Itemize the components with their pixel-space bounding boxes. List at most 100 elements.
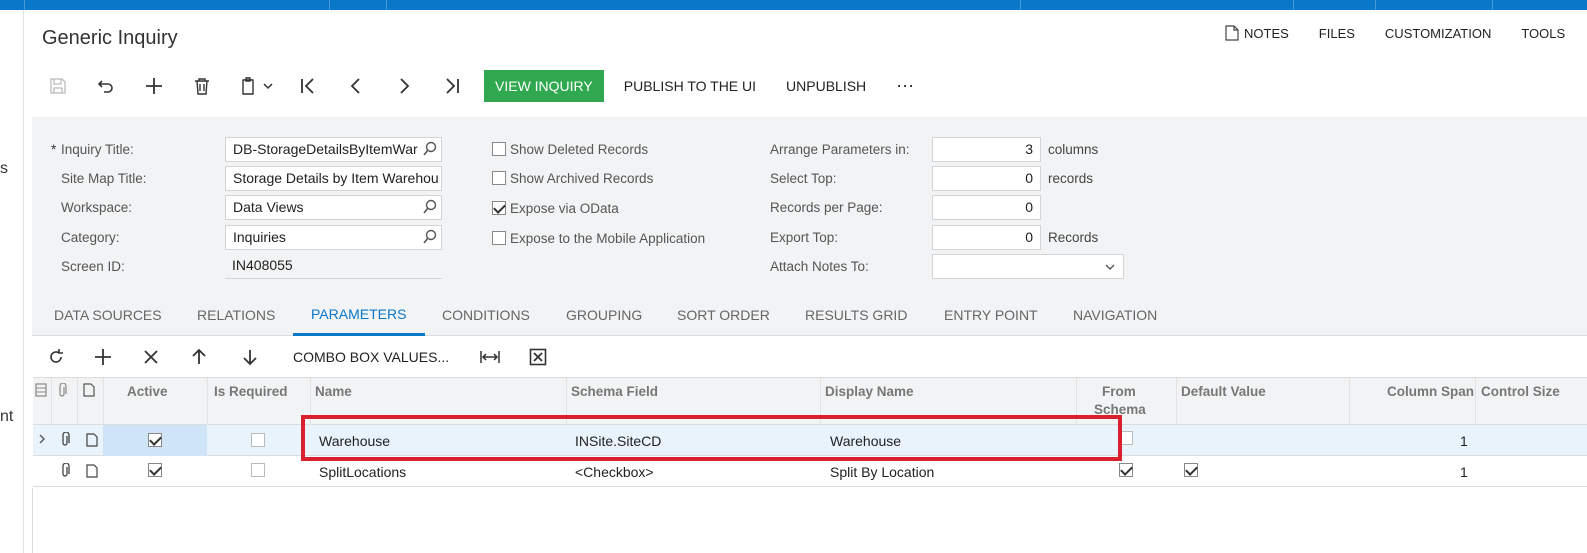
active-checkbox[interactable] xyxy=(148,433,162,447)
fit-columns-icon[interactable] xyxy=(480,347,500,367)
select-top-unit: records xyxy=(1048,171,1094,186)
col-default-value[interactable]: Default Value xyxy=(1181,384,1266,399)
is-required-checkbox[interactable] xyxy=(251,463,265,477)
records-per-page-field[interactable]: 0 xyxy=(932,195,1041,220)
attach-notes-dropdown[interactable] xyxy=(932,254,1124,279)
category-label: Category: xyxy=(61,230,120,245)
col-schema-field[interactable]: Schema Field xyxy=(571,384,658,399)
col-control-size[interactable]: Control Size xyxy=(1481,384,1560,399)
move-down-icon[interactable] xyxy=(240,347,260,367)
schema-field-cell[interactable]: <Checkbox> xyxy=(575,464,654,480)
top-nav-bar xyxy=(0,0,1587,10)
page-title: Generic Inquiry xyxy=(42,27,178,49)
column-span-cell[interactable]: 1 xyxy=(1460,433,1468,449)
expose-odata-checkbox[interactable] xyxy=(492,201,506,215)
combo-box-values-button[interactable]: COMBO BOX VALUES... xyxy=(293,349,449,365)
clipboard-icon[interactable] xyxy=(234,70,278,102)
add-row-icon[interactable] xyxy=(93,347,113,367)
more-menu-button[interactable]: ··· xyxy=(896,75,914,96)
select-top-field[interactable]: 0 xyxy=(932,166,1041,191)
site-map-title-label: Site Map Title: xyxy=(61,171,147,186)
chevron-down-icon xyxy=(1105,264,1115,270)
nav-fragment[interactable]: s xyxy=(0,160,8,178)
top-links: NOTES FILES CUSTOMIZATION TOOLS xyxy=(1225,25,1587,41)
first-record-icon[interactable] xyxy=(292,70,324,102)
delete-row-icon[interactable] xyxy=(141,347,161,367)
inquiry-title-field[interactable]: DB-StorageDetailsByItemWar xyxy=(225,137,442,162)
note-icon[interactable] xyxy=(86,464,98,478)
main-toolbar: VIEW INQUIRY PUBLISH TO THE UI UNPUBLISH… xyxy=(42,70,944,102)
col-display-name[interactable]: Display Name xyxy=(825,384,914,399)
workspace-field[interactable]: Data Views xyxy=(225,195,442,220)
col-active[interactable]: Active xyxy=(127,384,168,399)
screen-id-label: Screen ID: xyxy=(61,259,125,274)
notes-link[interactable]: NOTES xyxy=(1225,25,1289,41)
files-link[interactable]: FILES xyxy=(1319,25,1355,41)
workspace-label: Workspace: xyxy=(61,200,133,215)
last-record-icon[interactable] xyxy=(436,70,468,102)
show-deleted-checkbox[interactable] xyxy=(492,142,506,156)
default-value-checkbox[interactable] xyxy=(1184,463,1198,477)
nav-fragment[interactable]: nt xyxy=(0,408,13,426)
show-archived-label: Show Archived Records xyxy=(510,171,654,186)
export-top-unit: Records xyxy=(1048,230,1099,245)
arrange-params-unit: columns xyxy=(1048,142,1099,157)
chevron-down-icon xyxy=(263,83,273,90)
grid-toolbar: COMBO BOX VALUES... xyxy=(32,337,1587,377)
grid-empty-area xyxy=(32,488,1587,553)
undo-icon[interactable] xyxy=(90,70,122,102)
active-checkbox[interactable] xyxy=(148,463,162,477)
attachment-icon[interactable] xyxy=(59,432,71,448)
export-top-field[interactable]: 0 xyxy=(932,225,1041,250)
tab-data-sources[interactable]: DATA SOURCES xyxy=(54,307,162,323)
tab-navigation[interactable]: NAVIGATION xyxy=(1073,307,1157,323)
col-column-span[interactable]: Column Span xyxy=(1387,384,1474,399)
customization-link[interactable]: CUSTOMIZATION xyxy=(1385,25,1491,41)
records-per-page-label: Records per Page: xyxy=(770,200,883,215)
col-name[interactable]: Name xyxy=(315,384,352,399)
tab-sort-order[interactable]: SORT ORDER xyxy=(677,307,770,323)
column-span-cell[interactable]: 1 xyxy=(1460,464,1468,480)
arrange-params-field[interactable]: 3 xyxy=(932,137,1041,162)
expose-mobile-checkbox[interactable] xyxy=(492,231,506,245)
row-status-icon xyxy=(35,383,47,400)
previous-record-icon[interactable] xyxy=(340,70,372,102)
from-schema-checkbox[interactable] xyxy=(1119,463,1133,477)
tab-grouping[interactable]: GROUPING xyxy=(566,307,642,323)
is-required-checkbox[interactable] xyxy=(251,433,265,447)
tab-conditions[interactable]: CONDITIONS xyxy=(442,307,530,323)
publish-to-ui-button[interactable]: PUBLISH TO THE UI xyxy=(624,78,756,94)
save-icon[interactable] xyxy=(42,70,74,102)
search-icon[interactable] xyxy=(422,141,438,157)
display-name-cell[interactable]: Split By Location xyxy=(830,464,934,480)
add-icon[interactable] xyxy=(138,70,170,102)
tab-entry-point[interactable]: ENTRY POINT xyxy=(944,307,1038,323)
tab-results-grid[interactable]: RESULTS GRID xyxy=(805,307,907,323)
search-icon[interactable] xyxy=(422,229,438,245)
attachment-icon[interactable] xyxy=(59,463,71,479)
tools-link[interactable]: TOOLS xyxy=(1521,25,1565,41)
name-cell[interactable]: SplitLocations xyxy=(319,464,406,480)
refresh-icon[interactable] xyxy=(46,347,66,367)
tab-relations[interactable]: RELATIONS xyxy=(197,307,275,323)
move-up-icon[interactable] xyxy=(189,347,209,367)
category-field[interactable]: Inquiries xyxy=(225,225,442,250)
tab-parameters[interactable]: PARAMETERS xyxy=(311,306,406,322)
next-record-icon[interactable] xyxy=(388,70,420,102)
unpublish-button[interactable]: UNPUBLISH xyxy=(786,78,866,94)
view-inquiry-button[interactable]: VIEW INQUIRY xyxy=(484,70,604,102)
select-top-label: Select Top: xyxy=(770,171,837,186)
attach-notes-label: Attach Notes To: xyxy=(770,259,869,274)
inquiry-title-label: Inquiry Title: xyxy=(61,142,134,157)
screen-id-field: IN408055 xyxy=(225,254,442,279)
delete-icon[interactable] xyxy=(186,70,218,102)
note-header-icon xyxy=(83,383,95,400)
site-map-title-field[interactable]: Storage Details by Item Warehou xyxy=(225,166,442,191)
search-icon[interactable] xyxy=(422,199,438,215)
form-panel: * Inquiry Title: DB-StorageDetailsByItem… xyxy=(32,117,1587,296)
show-archived-checkbox[interactable] xyxy=(492,171,506,185)
note-icon[interactable] xyxy=(86,433,98,447)
export-excel-icon[interactable] xyxy=(528,347,548,367)
col-is-required[interactable]: Is Required xyxy=(214,384,288,399)
col-from-schema-1[interactable]: From xyxy=(1102,384,1136,399)
